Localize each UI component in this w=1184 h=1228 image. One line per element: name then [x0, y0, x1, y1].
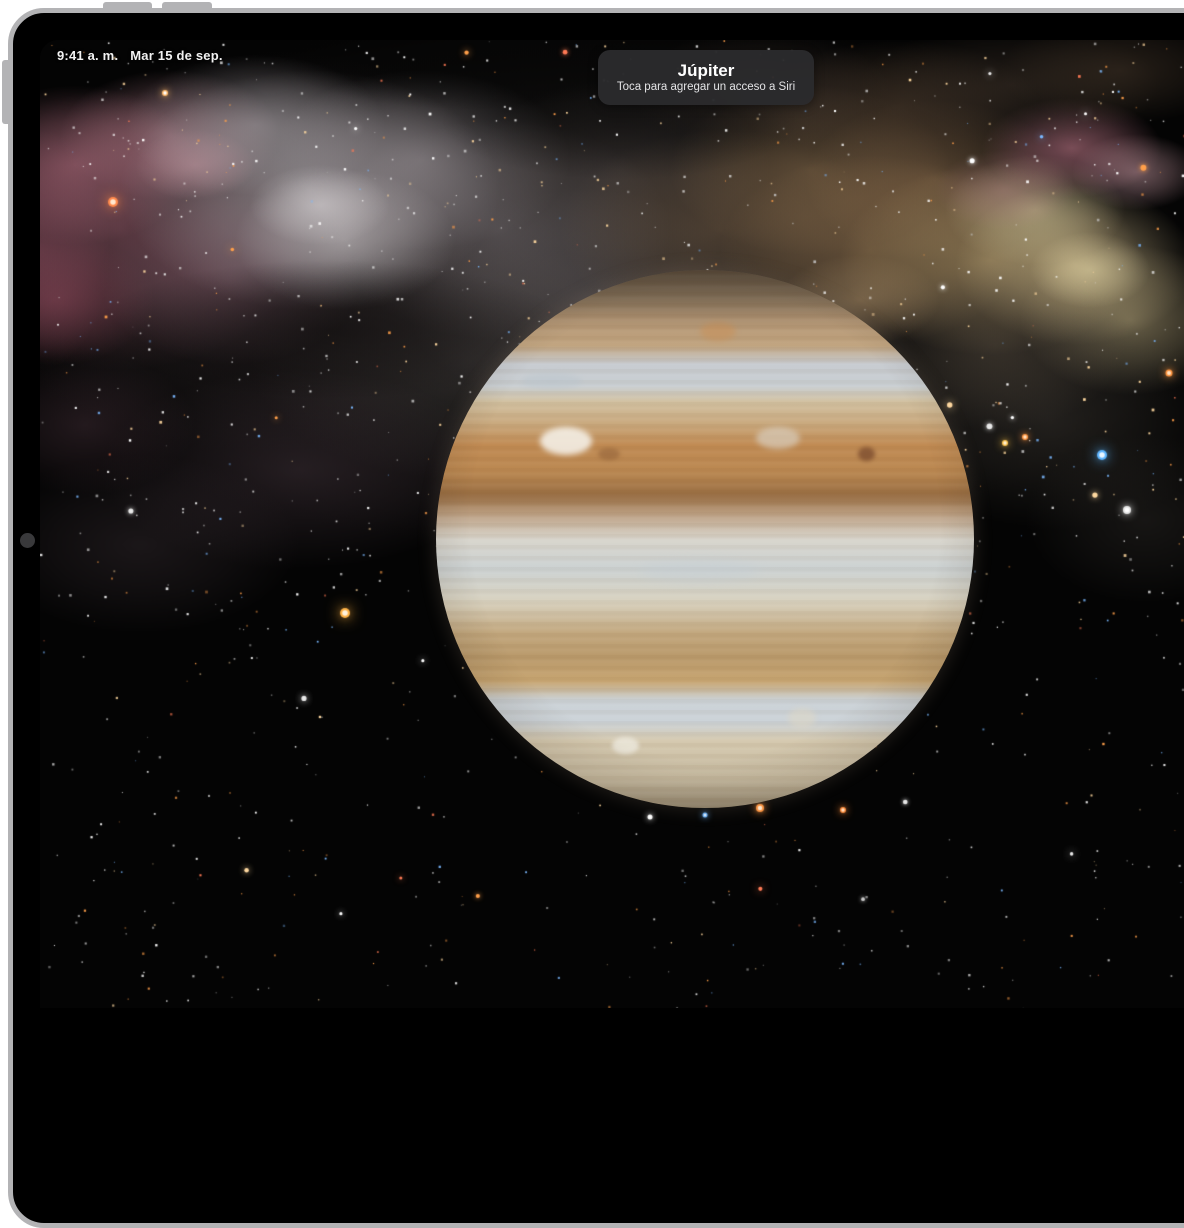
storm-oval: [598, 448, 620, 460]
status-bar: 9:41 a. m. Mar 15 de sep.: [57, 46, 223, 64]
app-screen: 9:41 a. m. Mar 15 de sep. Júpiter Toca p…: [40, 40, 1184, 1008]
front-camera-icon: [20, 533, 35, 548]
status-time: 9:41 a. m.: [57, 48, 118, 63]
planet-jupiter[interactable]: [436, 270, 974, 808]
storm-oval: [540, 427, 592, 455]
siri-shortcut-banner[interactable]: Júpiter Toca para agregar un acceso a Si…: [598, 50, 814, 105]
storm-oval: [756, 427, 800, 449]
storm-oval: [700, 322, 736, 341]
banner-title: Júpiter: [678, 62, 735, 79]
banner-subtitle: Toca para agregar un acceso a Siri: [617, 82, 795, 94]
storm-oval: [640, 560, 760, 582]
storm-oval: [858, 447, 875, 461]
status-date: Mar 15 de sep.: [130, 48, 222, 63]
storm-oval: [788, 708, 816, 728]
storm-oval: [612, 737, 639, 754]
storm-oval: [522, 373, 582, 389]
